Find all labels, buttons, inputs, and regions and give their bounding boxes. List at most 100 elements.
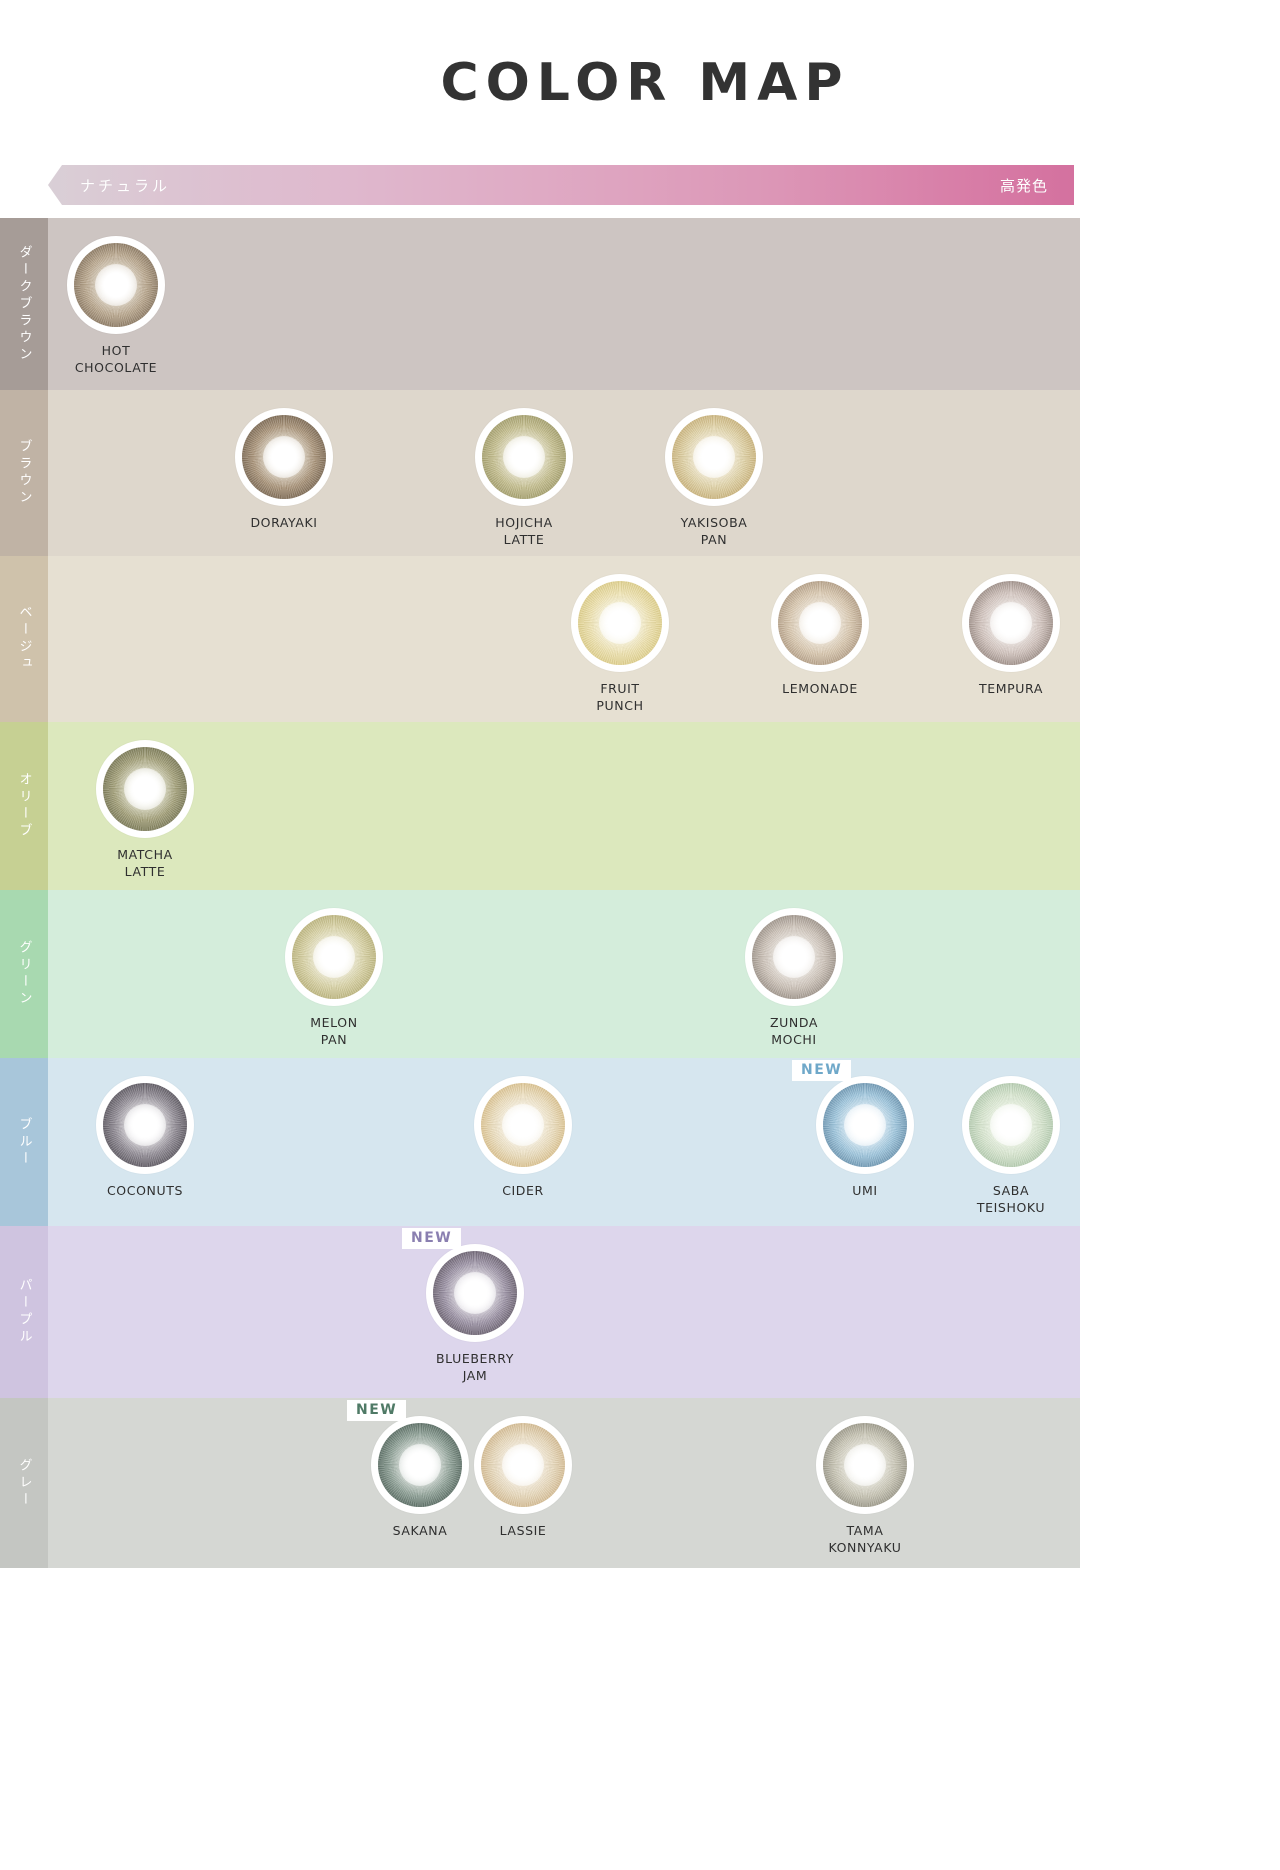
lens-pupil-highlight xyxy=(990,1104,1032,1146)
lens-pupil-highlight xyxy=(844,1104,886,1146)
lens-name-label: SABA TEISHOKU xyxy=(976,1183,1046,1215)
lens-pupil-highlight xyxy=(124,768,166,810)
lens-swatch[interactable]: TAMA KONNYAKU xyxy=(805,1416,925,1557)
lens-name-label: HOJICHA LATTE xyxy=(495,515,553,547)
lens-name-label: CIDER xyxy=(502,1183,544,1198)
color-row: ベージュ FRUIT PUNCH LEMONADE TEMPURA xyxy=(0,556,1080,722)
row-label-text: ブラウン xyxy=(16,439,32,507)
lens-swatch[interactable]: NEW SAKANA xyxy=(347,1400,480,1540)
lens-icon: NEW xyxy=(347,1400,469,1514)
lens-swatch[interactable]: ZUNDA MOCHI xyxy=(734,908,854,1049)
lens-name-label: LEMONADE xyxy=(782,681,858,696)
row-label-7: グレー xyxy=(0,1398,48,1568)
color-map-page: COLOR MAP ナチュラル 高発色 ダークブラウン HOT CHOCOLATE… xyxy=(0,0,1280,1870)
lens-pupil-highlight xyxy=(599,602,641,644)
lens-pupil-highlight xyxy=(844,1444,886,1486)
lens-icon xyxy=(962,574,1060,672)
lens-name-label: TAMA KONNYAKU xyxy=(828,1523,902,1555)
naturalness-scale-bar: ナチュラル 高発色 xyxy=(48,165,1074,205)
lens-swatch[interactable]: YAKISOBA PAN xyxy=(654,408,774,549)
scale-label-natural: ナチュラル xyxy=(80,176,171,195)
lens-name-label: DORAYAKI xyxy=(250,515,318,530)
lens-icon xyxy=(474,1416,572,1514)
lens-name-label: TEMPURA xyxy=(979,681,1043,696)
lens-swatch[interactable]: NEW UMI xyxy=(792,1060,925,1200)
row-label-text: オリーブ xyxy=(16,772,32,840)
lens-swatch[interactable]: MATCHA LATTE xyxy=(85,740,205,881)
row-label-5: ブルー xyxy=(0,1058,48,1226)
row-body: FRUIT PUNCH LEMONADE TEMPURA xyxy=(48,556,1080,722)
color-row: オリーブ MATCHA LATTE xyxy=(0,722,1080,890)
row-body: MELON PAN ZUNDA MOCHI xyxy=(48,890,1080,1058)
lens-icon xyxy=(962,1076,1060,1174)
lens-icon xyxy=(816,1416,914,1514)
lens-icon xyxy=(96,740,194,838)
color-row: パープル NEW BLUEBERRY JAM xyxy=(0,1226,1080,1398)
lens-icon xyxy=(475,408,573,506)
lens-icon xyxy=(474,1076,572,1174)
color-row: グリーン MELON PAN ZUNDA MOCHI xyxy=(0,890,1080,1058)
lens-pupil-highlight xyxy=(503,436,545,478)
lens-name-label: LASSIE xyxy=(499,1523,547,1538)
row-body: NEW BLUEBERRY JAM xyxy=(48,1226,1080,1398)
lens-name-label: MELON PAN xyxy=(310,1015,358,1047)
row-body: COCONUTS CIDER NEW UMI SABA TEISHOKU xyxy=(48,1058,1080,1226)
lens-swatch[interactable]: DORAYAKI xyxy=(224,408,344,532)
lens-swatch[interactable]: CIDER xyxy=(463,1076,583,1200)
lens-swatch[interactable]: HOJICHA LATTE xyxy=(464,408,584,549)
lens-pupil-highlight xyxy=(773,936,815,978)
lens-swatch[interactable]: HOT CHOCOLATE xyxy=(56,236,176,377)
lens-swatch[interactable]: SABA TEISHOKU xyxy=(951,1076,1071,1217)
lens-icon xyxy=(745,908,843,1006)
lens-pupil-highlight xyxy=(693,436,735,478)
new-badge: NEW xyxy=(792,1060,852,1082)
lens-name-label: YAKISOBA PAN xyxy=(680,515,748,547)
row-label-4: グリーン xyxy=(0,890,48,1058)
row-label-2: ベージュ xyxy=(0,556,48,722)
row-label-text: グリーン xyxy=(16,940,32,1008)
row-label-6: パープル xyxy=(0,1226,48,1398)
color-row: ブルー COCONUTS CIDER NEW UMI SABA TEISHOKU xyxy=(0,1058,1080,1226)
row-label-text: ベージュ xyxy=(16,605,32,673)
lens-name-label: FRUIT PUNCH xyxy=(596,681,644,713)
lens-name-label: SAKANA xyxy=(392,1523,448,1538)
new-badge: NEW xyxy=(402,1228,462,1250)
row-label-1: ブラウン xyxy=(0,390,48,556)
lens-name-label: HOT CHOCOLATE xyxy=(74,343,158,375)
lens-name-label: UMI xyxy=(852,1183,878,1198)
lens-pupil-highlight xyxy=(124,1104,166,1146)
lens-swatch[interactable]: TEMPURA xyxy=(951,574,1071,698)
lens-pupil-highlight xyxy=(313,936,355,978)
lens-icon xyxy=(571,574,669,672)
lens-swatch[interactable]: NEW BLUEBERRY JAM xyxy=(402,1228,535,1385)
lens-pupil-highlight xyxy=(263,436,305,478)
lens-pupil-highlight xyxy=(95,264,137,306)
scale-label-vivid: 高発色 xyxy=(999,176,1048,195)
row-label-3: オリーブ xyxy=(0,722,48,890)
lens-pupil-highlight xyxy=(399,1444,441,1486)
row-label-text: グレー xyxy=(16,1457,32,1509)
lens-swatch[interactable]: LEMONADE xyxy=(760,574,880,698)
row-label-text: ダークブラウン xyxy=(16,244,32,364)
color-row: ダークブラウン HOT CHOCOLATE xyxy=(0,218,1080,390)
row-body: MATCHA LATTE xyxy=(48,722,1080,890)
lens-name-label: BLUEBERRY JAM xyxy=(435,1351,515,1383)
lens-swatch[interactable]: MELON PAN xyxy=(274,908,394,1049)
row-label-text: パープル xyxy=(16,1278,32,1346)
lens-icon xyxy=(235,408,333,506)
lens-swatch[interactable]: FRUIT PUNCH xyxy=(560,574,680,715)
lens-name-label: COCONUTS xyxy=(106,1183,183,1198)
lens-swatch[interactable]: LASSIE xyxy=(463,1416,583,1540)
row-label-text: ブルー xyxy=(16,1116,32,1168)
lens-swatch[interactable]: COCONUTS xyxy=(85,1076,205,1200)
lens-icon xyxy=(67,236,165,334)
lens-pupil-highlight xyxy=(799,602,841,644)
lens-pupil-highlight xyxy=(502,1444,544,1486)
lens-icon: NEW xyxy=(792,1060,914,1174)
page-header: COLOR MAP xyxy=(0,0,1280,165)
row-body: DORAYAKI HOJICHA LATTE YAKISOBA PAN xyxy=(48,390,1080,556)
lens-icon: NEW xyxy=(402,1228,524,1342)
row-label-0: ダークブラウン xyxy=(0,218,48,390)
page-title: COLOR MAP xyxy=(440,52,850,113)
lens-icon xyxy=(96,1076,194,1174)
